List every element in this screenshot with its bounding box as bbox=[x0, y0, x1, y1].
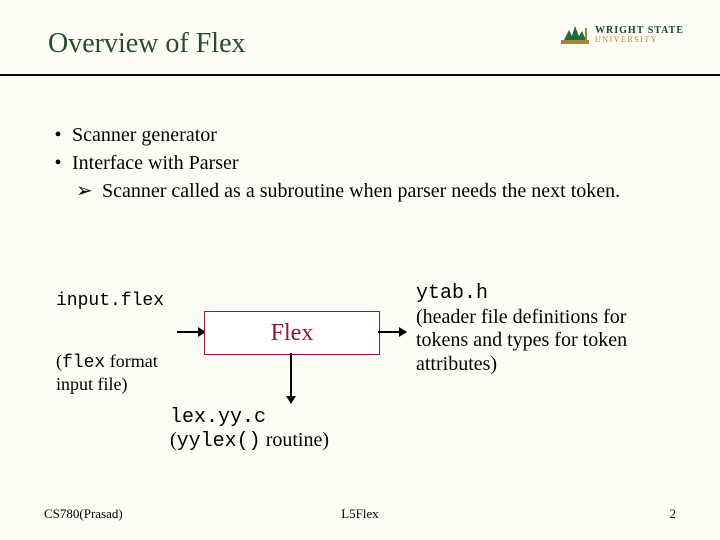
footer-center: L5Flex bbox=[341, 506, 379, 522]
output-right-file: ytab.h bbox=[416, 282, 488, 305]
slide-footer: CS780(Prasad) L5Flex 2 bbox=[0, 506, 720, 522]
bullet-1-text: Scanner generator bbox=[72, 122, 217, 148]
footer-page-number: 2 bbox=[670, 506, 677, 522]
subbullet-1-text: Scanner called as a subroutine when pars… bbox=[102, 178, 676, 204]
flex-box: Flex bbox=[204, 311, 380, 355]
input-note-rest: format bbox=[105, 351, 157, 371]
logo-line2: UNIVERSITY bbox=[595, 36, 684, 44]
title-divider bbox=[0, 74, 720, 76]
output-bottom: lex.yy.c (yylex() routine) bbox=[170, 405, 329, 453]
input-note-mono: flex bbox=[62, 353, 105, 373]
input-note-line2: input file) bbox=[56, 374, 127, 394]
logo-mark-icon bbox=[561, 24, 589, 46]
arrow-right-icon bbox=[378, 331, 406, 333]
subbullet-1: ➢ Scanner called as a subroutine when pa… bbox=[76, 178, 676, 204]
bullet-2: • Interface with Parser bbox=[44, 150, 676, 176]
output-bottom-file: lex.yy.c bbox=[170, 406, 266, 429]
bullet-icon: • bbox=[44, 122, 72, 148]
output-right-desc: (header file definitions for tokens and … bbox=[416, 306, 627, 375]
slide: Overview of Flex WRIGHT STATE UNIVERSITY… bbox=[0, 0, 720, 540]
paren-open: ( bbox=[170, 429, 177, 451]
bullet-list: • Scanner generator • Interface with Par… bbox=[44, 122, 676, 204]
arrow-in-icon bbox=[177, 331, 205, 333]
input-filename: input.flex bbox=[56, 291, 164, 311]
flex-diagram: input.flex (flex format input file) Flex… bbox=[0, 275, 720, 465]
university-logo: WRIGHT STATE UNIVERSITY bbox=[561, 24, 684, 46]
bullet-icon: • bbox=[44, 150, 72, 176]
logo-text: WRIGHT STATE UNIVERSITY bbox=[595, 26, 684, 44]
footer-left: CS780(Prasad) bbox=[44, 506, 123, 522]
output-bottom-rest: routine) bbox=[261, 429, 329, 451]
arrow-bullet-icon: ➢ bbox=[76, 178, 102, 204]
output-right: ytab.h (header file definitions for toke… bbox=[416, 281, 676, 376]
input-note: (flex format input file) bbox=[56, 351, 158, 394]
output-bottom-func: yylex() bbox=[177, 430, 261, 453]
arrow-down-icon bbox=[290, 353, 292, 403]
bullet-2-text: Interface with Parser bbox=[72, 150, 239, 176]
bullet-1: • Scanner generator bbox=[44, 122, 676, 148]
